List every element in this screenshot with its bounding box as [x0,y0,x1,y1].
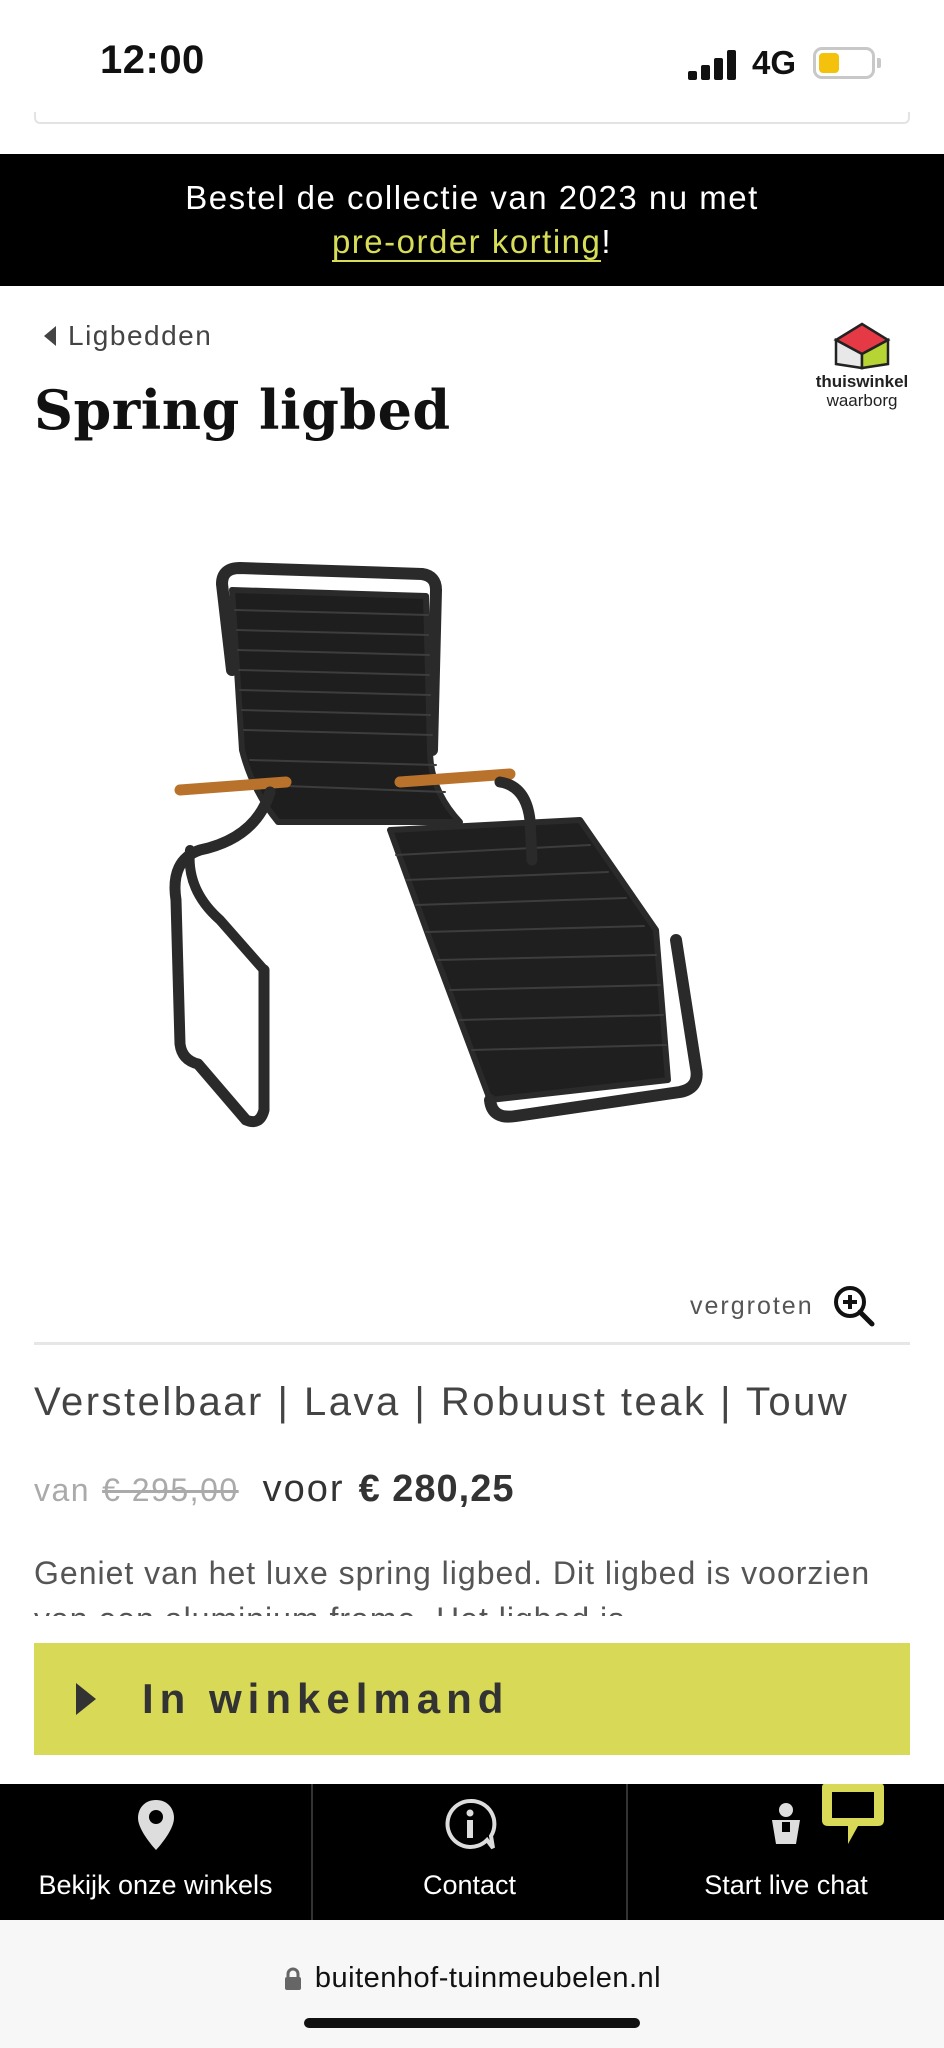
url-bar[interactable]: buitenhof-tuinmeubelen.nl [0,1962,944,1995]
zoom-label: vergroten [690,1291,814,1320]
chat-bubble-icon[interactable] [818,1780,888,1850]
thuiswinkel-logo-icon [833,322,891,370]
trust-badge-name: thuiswinkel [815,372,909,391]
bottom-nav: Bekijk onze winkels Contact Start live c… [0,1784,944,1920]
price-new: € 280,25 [358,1468,515,1510]
nav-item-live-chat[interactable]: Start live chat [628,1784,944,1920]
status-bar: 12:00 4G [0,0,944,124]
page-title: Spring ligbed [34,378,451,442]
trust-badge-sub: waarborg [826,391,898,410]
address-bar-edge [34,112,910,124]
nav-label-contact: Contact [422,1870,517,1900]
home-indicator[interactable] [304,2018,640,2028]
lock-icon [284,1967,301,1990]
breadcrumb-label: Ligbedden [68,320,213,351]
status-time: 12:00 [100,38,205,82]
map-pin-icon [137,1800,174,1850]
price-for-label: voor [262,1468,345,1510]
battery-icon [813,47,881,79]
caret-right-icon [76,1683,96,1715]
promo-text-end: ! [601,223,613,260]
divider [34,1342,910,1345]
product-image[interactable] [160,560,780,1240]
signal-icon [688,50,738,80]
add-to-cart-label: In winkelmand [142,1675,510,1722]
nav-item-contact[interactable]: Contact [313,1784,628,1920]
promo-text: Bestel de collectie van 2023 nu met [185,179,759,216]
promo-link[interactable]: pre-order korting [331,223,602,262]
agent-icon [772,1803,800,1844]
network-label: 4G [752,44,797,81]
nav-item-stores[interactable]: Bekijk onze winkels [0,1784,313,1920]
price-row: van € 295,00 voor € 280,25 [34,1468,515,1511]
info-chat-icon [444,1798,496,1850]
nav-label-live-chat: Start live chat [704,1870,868,1900]
price-from-label: van [34,1472,91,1508]
url-text: buitenhof-tuinmeubelen.nl [314,1962,662,1994]
breadcrumb[interactable]: Ligbedden [44,320,212,352]
price-old: € 295,00 [102,1472,239,1508]
zoom-in-icon [833,1286,875,1327]
caret-left-icon [44,326,56,346]
browser-footer: buitenhof-tuinmeubelen.nl [0,1920,944,2048]
zoom-button[interactable]: vergroten [690,1284,876,1328]
nav-label-stores: Bekijk onze winkels [38,1870,273,1900]
add-to-cart-button[interactable]: In winkelmand [34,1643,910,1755]
product-description: Geniet van het luxe spring ligbed. Dit l… [34,1555,871,1616]
promo-banner: Bestel de collectie van 2023 nu met pre-… [0,154,944,286]
trust-badge[interactable]: thuiswinkel waarborg [806,320,918,409]
product-subtitle: Verstelbaar | Lava | Robuust teak | Touw [34,1380,850,1424]
